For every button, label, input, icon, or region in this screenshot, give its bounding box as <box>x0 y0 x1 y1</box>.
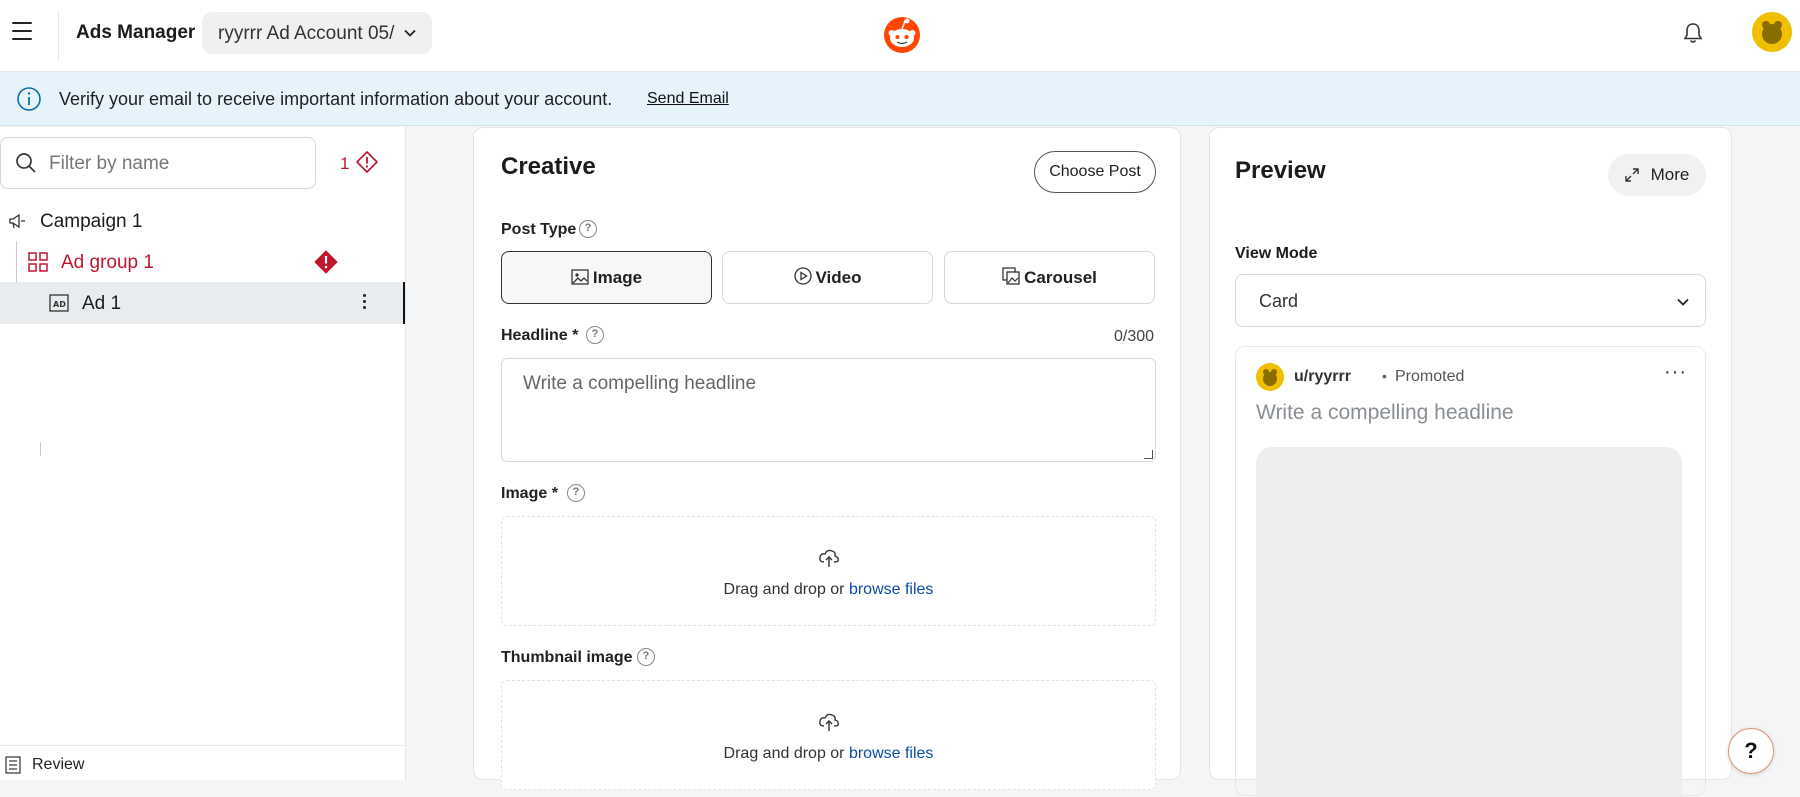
tree-item-campaign[interactable]: Campaign 1 <box>0 200 405 242</box>
error-count: 1 <box>340 154 350 173</box>
preview-title: Preview <box>1235 157 1326 184</box>
review-button[interactable]: Review <box>0 745 405 780</box>
verify-email-banner: Verify your email to receive important i… <box>0 72 1800 126</box>
user-avatar[interactable] <box>1752 12 1792 52</box>
headline-input[interactable] <box>501 358 1156 462</box>
view-mode-label: View Mode <box>1235 245 1318 262</box>
ad-icon: AD <box>49 294 69 312</box>
post-type-video-button[interactable]: Video <box>722 251 933 304</box>
post-type-label: Post Type <box>501 221 577 238</box>
menu-icon[interactable] <box>12 22 32 40</box>
review-label: Review <box>32 756 85 773</box>
post-username: u/ryyrrr <box>1294 368 1351 385</box>
error-outline-icon[interactable] <box>356 151 378 173</box>
post-type-carousel-button[interactable]: Carousel <box>944 251 1155 304</box>
upload-icon <box>819 549 839 567</box>
thumbnail-dropzone[interactable]: Drag and drop or browse files <box>501 680 1156 790</box>
help-icon[interactable]: ? <box>579 220 597 238</box>
expand-icon <box>1625 168 1639 182</box>
help-icon[interactable]: ? <box>637 648 655 666</box>
tree-item-ad-group[interactable]: Ad group 1 <box>0 241 405 283</box>
tree-label: Ad group 1 <box>61 252 154 273</box>
tree-label: Campaign 1 <box>40 211 143 232</box>
top-bar: Ads Manager ryyrrr Ad Account 05/ <box>0 0 1800 72</box>
post-type-image-button[interactable]: Image <box>501 251 712 304</box>
grid-icon <box>28 252 48 272</box>
divider <box>58 12 59 60</box>
tree-item-ad[interactable]: AD Ad 1 <box>0 282 405 456</box>
reddit-logo[interactable] <box>882 14 922 54</box>
banner-message: Verify your email to receive important i… <box>59 89 613 109</box>
resize-handle[interactable] <box>1144 450 1153 459</box>
video-icon <box>793 267 812 285</box>
chevron-down-icon <box>1677 298 1689 306</box>
error-icon <box>314 250 338 274</box>
upload-icon <box>819 713 839 731</box>
more-button[interactable]: More <box>1608 154 1706 196</box>
image-icon <box>571 268 589 285</box>
help-icon[interactable]: ? <box>586 326 604 344</box>
help-icon[interactable]: ? <box>567 484 585 502</box>
checklist-icon <box>5 756 21 774</box>
dropzone-text: Drag and drop or <box>723 581 849 598</box>
carousel-icon <box>1002 267 1020 285</box>
campaign-tree-panel: 1 Campaign 1 Ad group 1 AD Ad 1 Review <box>0 127 406 780</box>
view-mode-value: Card <box>1259 291 1299 311</box>
more-options-icon[interactable] <box>359 292 369 314</box>
thumbnail-label: Thumbnail image <box>501 649 633 666</box>
post-type-label: Video <box>815 268 862 287</box>
tree-label: Ad 1 <box>82 293 122 314</box>
headline-char-counter: 0/300 <box>1114 328 1155 345</box>
post-more-options-icon[interactable]: ··· <box>1664 361 1687 384</box>
megaphone-icon <box>9 213 25 229</box>
account-selector-label: ryyrrr Ad Account 05/ <box>218 23 395 44</box>
post-separator: • <box>1382 368 1387 384</box>
app-title: Ads Manager <box>76 22 196 43</box>
post-preview-card: u/ryyrrr • Promoted ··· Write a compelli… <box>1235 346 1706 797</box>
dropzone-text: Drag and drop or <box>723 745 849 762</box>
preview-panel: Preview More View Mode Card u/ryyrrr • P… <box>1209 127 1732 797</box>
account-selector[interactable]: ryyrrr Ad Account 05/ <box>202 12 432 54</box>
post-headline: Write a compelling headline <box>1256 401 1514 424</box>
image-dropzone[interactable]: Drag and drop or browse files <box>501 516 1156 626</box>
browse-files-link[interactable]: browse files <box>849 581 933 598</box>
post-avatar <box>1256 363 1284 391</box>
headline-label: Headline * <box>501 327 579 344</box>
filter-box <box>0 137 316 189</box>
post-type-label: Image <box>592 267 643 287</box>
creative-panel: Creative Choose Post Post Type ? Image V… <box>473 127 1181 790</box>
info-icon <box>17 87 41 111</box>
svg-text:AD: AD <box>53 300 66 309</box>
notification-bell-icon[interactable] <box>1680 20 1706 46</box>
filter-input[interactable] <box>49 150 299 178</box>
post-promoted-label: Promoted <box>1395 368 1465 385</box>
more-label: More <box>1650 165 1690 184</box>
view-mode-select[interactable]: Card <box>1235 274 1706 327</box>
choose-post-button[interactable]: Choose Post <box>1034 151 1156 193</box>
help-button[interactable]: ? <box>1728 728 1774 774</box>
search-icon <box>16 153 36 173</box>
creative-title: Creative <box>501 153 596 180</box>
chevron-down-icon <box>404 29 416 37</box>
image-label: Image * <box>501 485 558 502</box>
post-type-label: Carousel <box>1024 268 1097 287</box>
tree-connector <box>40 442 41 456</box>
post-media-placeholder <box>1256 447 1682 797</box>
send-email-link[interactable]: Send Email <box>647 90 729 108</box>
browse-files-link[interactable]: browse files <box>849 745 933 762</box>
